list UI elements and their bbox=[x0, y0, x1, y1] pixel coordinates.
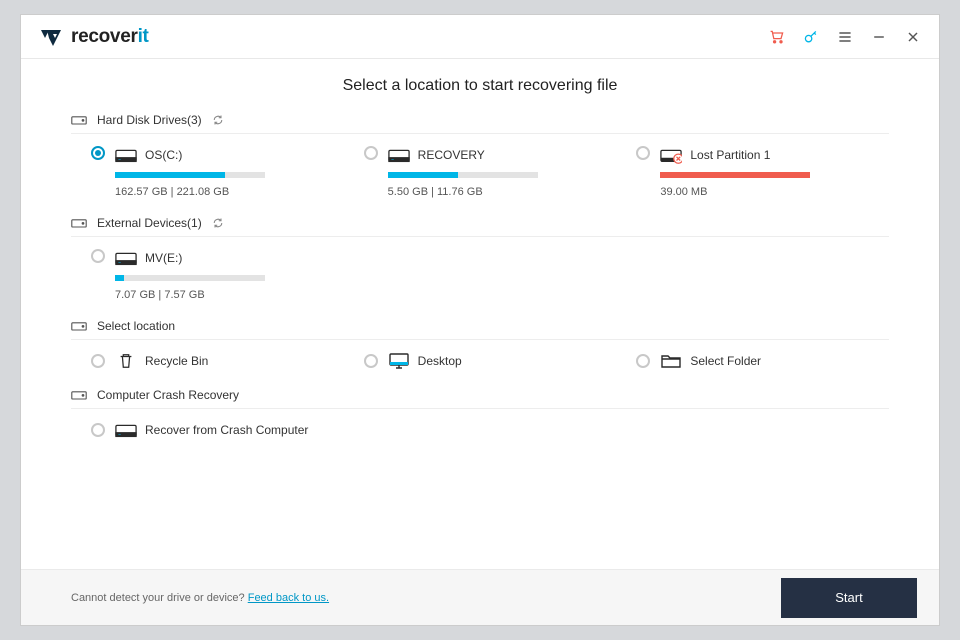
sel-item-0[interactable]: Recycle Bin bbox=[91, 352, 344, 370]
section-crash-title: Computer Crash Recovery bbox=[97, 388, 239, 402]
hdd-size-0: 162.57 GB | 221.08 GB bbox=[115, 186, 344, 198]
footer-prompt: Cannot detect your drive or device? bbox=[71, 592, 248, 604]
crash-grid: Recover from Crash Computer bbox=[91, 421, 889, 439]
sel-item-1[interactable]: Desktop bbox=[364, 352, 617, 370]
section-sel-title: Select location bbox=[97, 319, 175, 333]
cart-icon[interactable] bbox=[769, 29, 785, 45]
drive-icon bbox=[71, 389, 87, 401]
radio-sel-2[interactable] bbox=[636, 354, 650, 368]
ext-bar-0 bbox=[115, 275, 265, 281]
recycle-bin-icon bbox=[115, 352, 137, 370]
key-icon[interactable] bbox=[803, 29, 819, 45]
folder-icon bbox=[660, 352, 682, 370]
radio-sel-1[interactable] bbox=[364, 354, 378, 368]
hdd-grid: OS(C:) 162.57 GB | 221.08 GB RECOVERY 5.… bbox=[91, 146, 889, 198]
radio-hdd-1[interactable] bbox=[364, 146, 378, 160]
sel-item-2[interactable]: Select Folder bbox=[636, 352, 889, 370]
sel-name-2: Select Folder bbox=[690, 354, 761, 368]
close-icon[interactable] bbox=[905, 29, 921, 45]
refresh-icon[interactable] bbox=[212, 217, 224, 229]
footer: Cannot detect your drive or device? Feed… bbox=[21, 569, 939, 625]
disk-icon bbox=[115, 249, 137, 267]
app-window: recoverit Select a location to start rec… bbox=[20, 14, 940, 626]
minimize-icon[interactable] bbox=[871, 29, 887, 45]
ext-item-0[interactable]: MV(E:) 7.07 GB | 7.57 GB bbox=[91, 249, 344, 301]
page-title: Select a location to start recovering fi… bbox=[71, 77, 889, 95]
footer-text: Cannot detect your drive or device? Feed… bbox=[71, 592, 329, 604]
radio-sel-0[interactable] bbox=[91, 354, 105, 368]
section-ext-title: External Devices(1) bbox=[97, 216, 202, 230]
feedback-link[interactable]: Feed back to us. bbox=[248, 592, 329, 604]
section-hdd-title: Hard Disk Drives(3) bbox=[97, 113, 202, 127]
hdd-size-1: 5.50 GB | 11.76 GB bbox=[388, 186, 617, 198]
sel-name-1: Desktop bbox=[418, 354, 462, 368]
section-hdd-header: Hard Disk Drives(3) bbox=[71, 113, 889, 134]
hdd-bar-1 bbox=[388, 172, 538, 178]
header-controls bbox=[769, 29, 921, 45]
hdd-name-0: OS(C:) bbox=[145, 148, 182, 162]
radio-hdd-0[interactable] bbox=[91, 146, 105, 160]
start-button[interactable]: Start bbox=[781, 578, 917, 618]
main-content: Select a location to start recovering fi… bbox=[21, 59, 939, 569]
hdd-bar-2 bbox=[660, 172, 810, 178]
crash-item-0[interactable]: Recover from Crash Computer bbox=[91, 421, 344, 439]
disk-icon bbox=[388, 146, 410, 164]
crash-name-0: Recover from Crash Computer bbox=[145, 423, 308, 437]
section-crash-header: Computer Crash Recovery bbox=[71, 388, 889, 409]
menu-icon[interactable] bbox=[837, 29, 853, 45]
sel-grid: Recycle Bin Desktop Select Folder bbox=[91, 352, 889, 370]
drive-icon bbox=[71, 114, 87, 126]
radio-crash-0[interactable] bbox=[91, 423, 105, 437]
hdd-item-0[interactable]: OS(C:) 162.57 GB | 221.08 GB bbox=[91, 146, 344, 198]
brand: recoverit bbox=[39, 26, 149, 48]
brand-text: recoverit bbox=[71, 26, 149, 48]
ext-grid: MV(E:) 7.07 GB | 7.57 GB bbox=[91, 249, 889, 301]
refresh-icon[interactable] bbox=[212, 114, 224, 126]
radio-ext-0[interactable] bbox=[91, 249, 105, 263]
sel-name-0: Recycle Bin bbox=[145, 354, 208, 368]
disk-icon bbox=[115, 146, 137, 164]
hdd-item-2[interactable]: Lost Partition 1 39.00 MB bbox=[636, 146, 889, 198]
desktop-icon bbox=[388, 352, 410, 370]
ext-size-0: 7.07 GB | 7.57 GB bbox=[115, 289, 344, 301]
hdd-name-1: RECOVERY bbox=[418, 148, 485, 162]
lost-partition-icon bbox=[660, 146, 682, 164]
section-sel-header: Select location bbox=[71, 319, 889, 340]
hdd-size-2: 39.00 MB bbox=[660, 186, 889, 198]
disk-icon bbox=[115, 421, 137, 439]
ext-name-0: MV(E:) bbox=[145, 251, 182, 265]
header: recoverit bbox=[21, 15, 939, 59]
hdd-name-2: Lost Partition 1 bbox=[690, 148, 770, 162]
hdd-item-1[interactable]: RECOVERY 5.50 GB | 11.76 GB bbox=[364, 146, 617, 198]
drive-icon bbox=[71, 320, 87, 332]
logo-icon bbox=[39, 26, 63, 48]
hdd-bar-0 bbox=[115, 172, 265, 178]
section-ext-header: External Devices(1) bbox=[71, 216, 889, 237]
radio-hdd-2[interactable] bbox=[636, 146, 650, 160]
drive-icon bbox=[71, 217, 87, 229]
